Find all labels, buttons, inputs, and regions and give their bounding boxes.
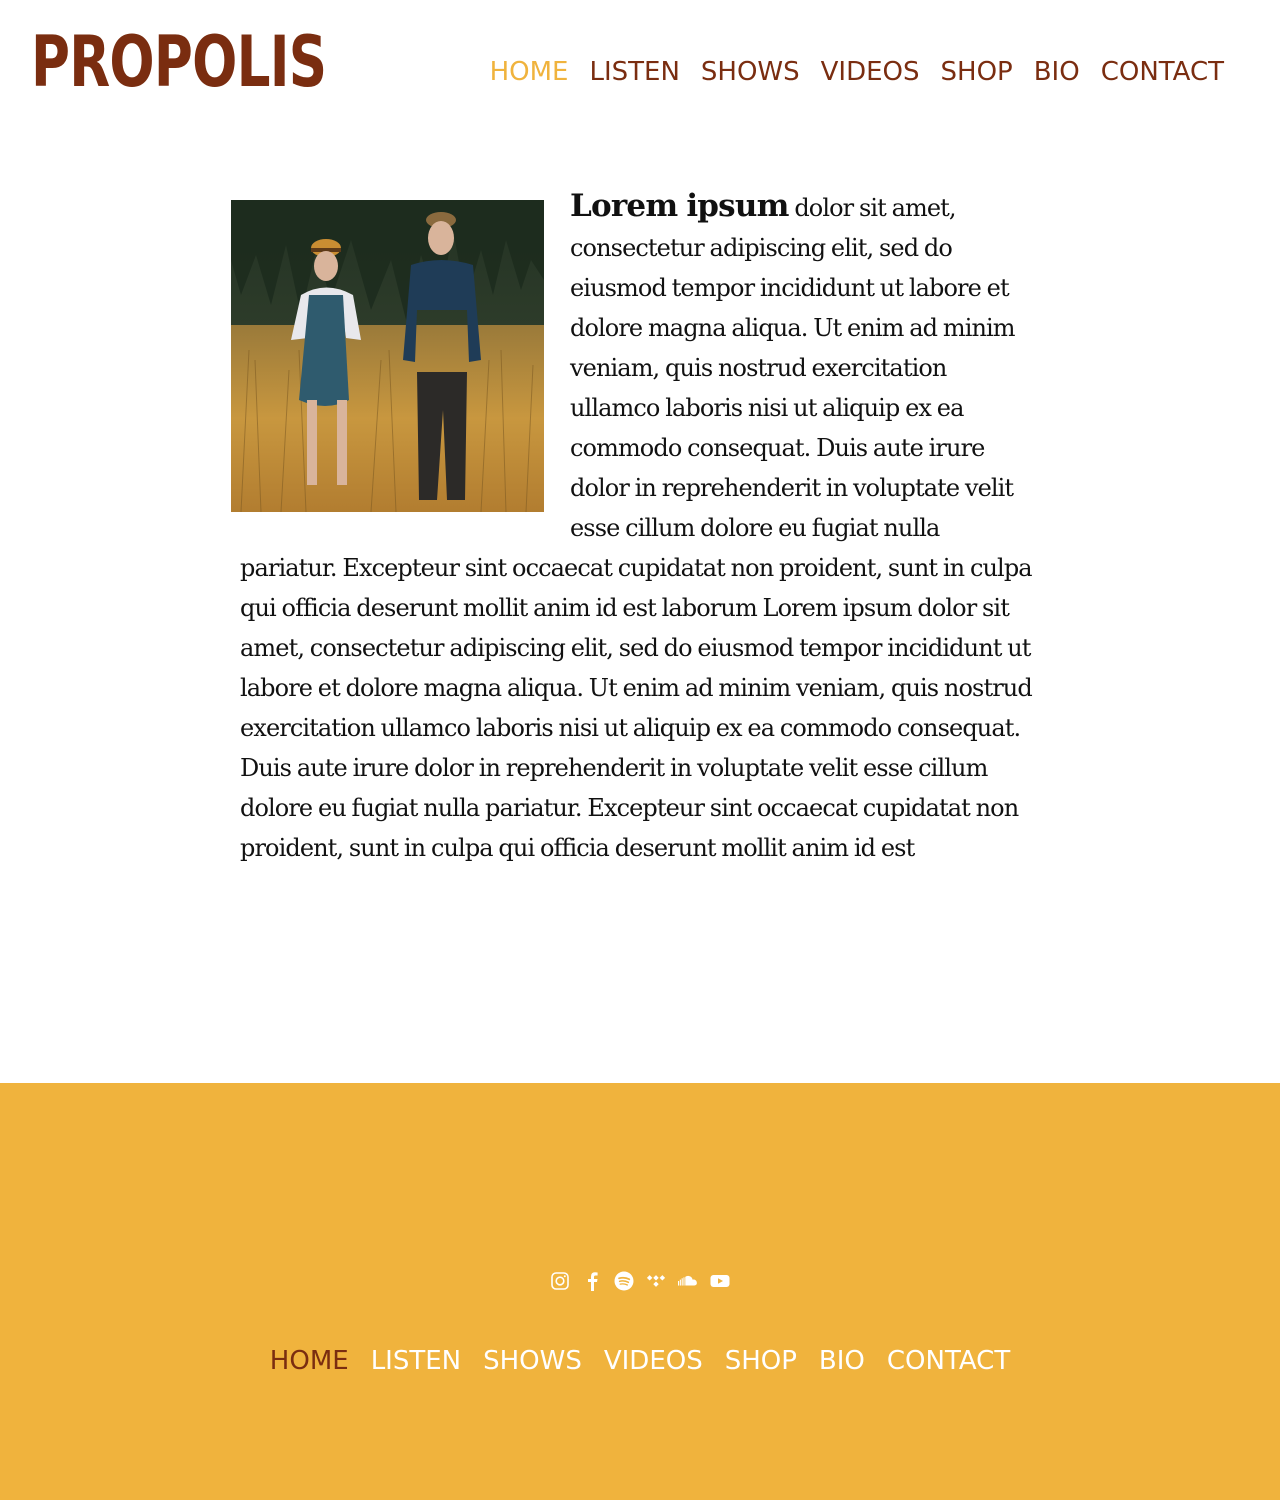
tidal-icon[interactable] (646, 1270, 666, 1292)
nav-item-bio[interactable]: BIO (1034, 56, 1080, 88)
nav-item-contact[interactable]: CONTACT (1101, 56, 1224, 88)
site-header: PROPOLIS HOME LISTEN SHOWS VIDEOS SHOP B… (0, 0, 1280, 150)
spotify-icon[interactable] (614, 1270, 634, 1292)
footer-nav-item-home[interactable]: HOME (270, 1345, 349, 1377)
nav-item-videos[interactable]: VIDEOS (821, 56, 920, 88)
site-logo[interactable]: PROPOLIS (31, 22, 327, 102)
soundcloud-icon[interactable] (678, 1270, 698, 1292)
instagram-icon[interactable] (550, 1270, 570, 1292)
main-article: Lorem ipsum dolor sit amet, consectetur … (231, 186, 1040, 868)
lead-text: Lorem ipsum (570, 188, 789, 224)
social-links (0, 1270, 1280, 1292)
main-nav: HOME LISTEN SHOWS VIDEOS SHOP BIO CONTAC… (490, 56, 1224, 88)
footer-nav-item-contact[interactable]: CONTACT (887, 1345, 1010, 1377)
footer-nav-item-listen[interactable]: LISTEN (371, 1345, 461, 1377)
nav-item-home[interactable]: HOME (490, 56, 569, 88)
nav-item-listen[interactable]: LISTEN (589, 56, 679, 88)
nav-item-shop[interactable]: SHOP (941, 56, 1013, 88)
footer-nav-item-shop[interactable]: SHOP (725, 1345, 797, 1377)
nav-item-shows[interactable]: SHOWS (701, 56, 800, 88)
footer-nav-item-bio[interactable]: BIO (819, 1345, 865, 1377)
facebook-icon[interactable] (582, 1270, 602, 1292)
footer-nav: HOME LISTEN SHOWS VIDEOS SHOP BIO CONTAC… (0, 1345, 1280, 1377)
footer-nav-item-videos[interactable]: VIDEOS (604, 1345, 703, 1377)
youtube-icon[interactable] (710, 1270, 730, 1292)
site-footer: HOME LISTEN SHOWS VIDEOS SHOP BIO CONTAC… (0, 1083, 1280, 1500)
band-photo (231, 200, 544, 512)
footer-nav-item-shows[interactable]: SHOWS (483, 1345, 582, 1377)
